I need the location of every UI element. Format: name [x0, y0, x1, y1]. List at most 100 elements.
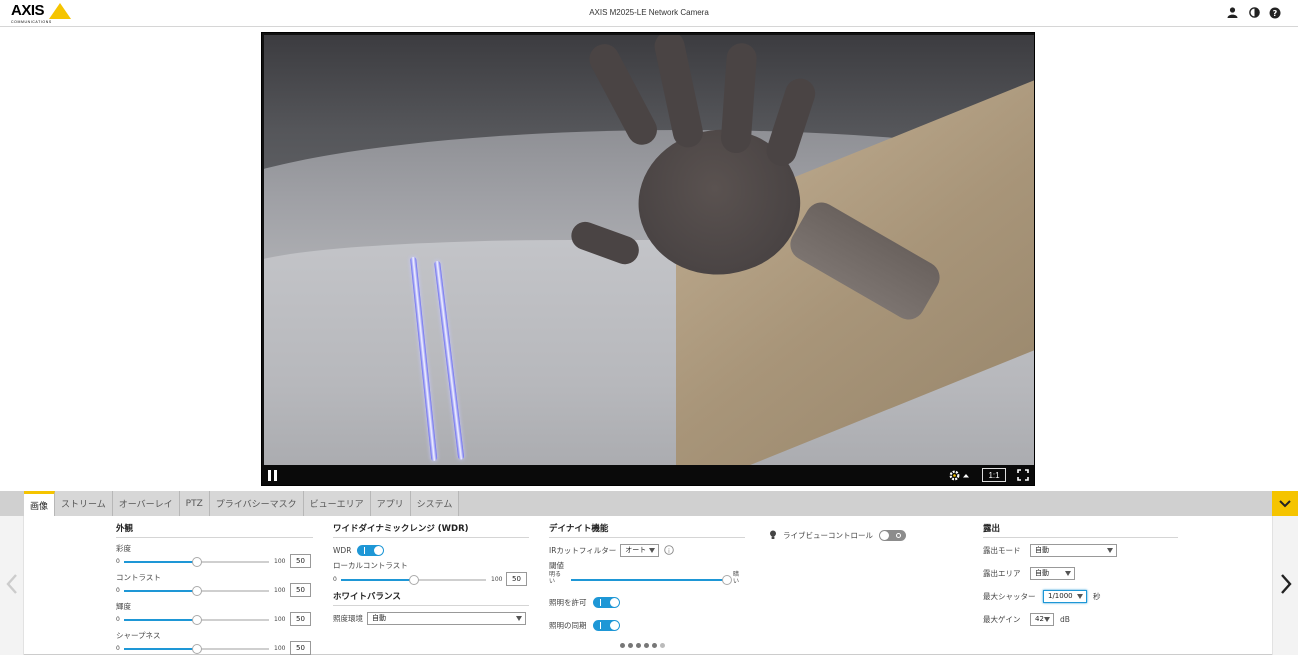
saturation-value[interactable]: 50 [290, 554, 311, 568]
page-dot[interactable] [644, 643, 649, 648]
max-gain-unit: dB [1060, 614, 1070, 624]
saturation-label: 彩度 [116, 544, 131, 553]
ir-filter-label: IRカットフィルター [549, 545, 617, 555]
tab-overlay[interactable]: オーバーレイ [112, 491, 180, 516]
contrast-slider[interactable] [124, 586, 269, 596]
contrast-label: コントラスト [116, 573, 161, 582]
allow-light-label: 照明を許可 [549, 597, 587, 607]
slider-max: 100 [274, 587, 286, 594]
lighting-env-label: 照度環境 [333, 613, 363, 623]
sync-light-toggle[interactable] [592, 619, 620, 631]
tab-system[interactable]: システム [410, 491, 460, 516]
contrast-slider-row: 0 100 50 [116, 583, 313, 598]
exposure-area-label: 露出エリア [983, 568, 1021, 578]
saturation-slider[interactable] [124, 557, 269, 567]
slider-fill [124, 648, 197, 650]
help-icon[interactable]: ? [1269, 6, 1281, 19]
tab-privacy-mask[interactable]: プライバシーマスク [209, 491, 304, 516]
slider-min: 0 [116, 645, 120, 652]
select-value: 自動 [1035, 568, 1049, 577]
live-view-control-toggle[interactable] [879, 529, 906, 541]
tab-apps[interactable]: アプリ [370, 491, 411, 516]
slider-fill [124, 619, 197, 621]
tab-ptz[interactable]: PTZ [179, 491, 210, 516]
ir-filter-select[interactable]: オート [620, 543, 660, 557]
brightness-slider-row: 0 100 50 [116, 612, 313, 627]
local-contrast-value[interactable]: 50 [506, 572, 527, 586]
wdr-label: WDR [333, 545, 352, 555]
sharpness-label: シャープネス [116, 631, 161, 640]
max-gain-label: 最大ゲイン [983, 614, 1021, 624]
wdr-toggle[interactable] [357, 544, 385, 556]
page-dot[interactable] [628, 643, 633, 648]
slider-min: 0 [333, 576, 337, 583]
slider-thumb[interactable] [191, 586, 202, 596]
slider-fill [341, 579, 414, 581]
slider-thumb[interactable] [191, 557, 202, 567]
sharpness-slider[interactable] [124, 644, 269, 654]
tab-stream[interactable]: ストリーム [55, 491, 113, 516]
info-icon[interactable]: i [664, 545, 675, 555]
contrast-value[interactable]: 50 [290, 583, 311, 597]
wdr-title: ワイドダイナミックレンジ (WDR) [333, 522, 529, 538]
lightbulb-icon [770, 530, 776, 539]
slider-thumb[interactable] [408, 575, 419, 585]
max-gain-select[interactable]: 42 [1030, 612, 1054, 626]
exposure-mode-select[interactable]: 自動 [1030, 543, 1117, 557]
sharpness-slider-row: 0 100 50 [116, 641, 313, 656]
fullscreen-icon[interactable] [1016, 468, 1030, 482]
threshold-dark-label: 暗 い [733, 571, 740, 585]
user-icon[interactable] [1226, 6, 1238, 19]
video-control-bar: 1:1 [262, 465, 1034, 485]
slider-thumb[interactable] [191, 644, 202, 654]
page-dot[interactable] [636, 643, 641, 648]
page-title: AXIS M2025-LE Network Camera [589, 8, 709, 17]
live-video-view[interactable]: 1:1 [261, 32, 1035, 486]
live-view-control: ライブビューコントロール [769, 528, 959, 551]
page-dot[interactable] [660, 643, 665, 648]
pause-icon[interactable] [268, 470, 277, 481]
tab-image[interactable]: 画像 [24, 491, 56, 516]
previous-page-button[interactable] [2, 572, 22, 596]
zoom-1to1-button[interactable]: 1:1 [982, 468, 1006, 482]
dropdown-arrow-icon [1044, 616, 1050, 622]
brightness-label: 輝度 [116, 602, 131, 611]
allow-light-toggle[interactable] [592, 596, 620, 608]
saturation-slider-row: 0 100 50 [116, 554, 313, 569]
stream-settings-icon[interactable] [947, 468, 973, 482]
settings-tabs: 画像 ストリーム オーバーレイ PTZ プライバシーマスク ビューエリア アプリ… [24, 491, 460, 516]
tab-view-area[interactable]: ビューエリア [303, 491, 371, 516]
exposure-section: 露出 露出モード 自動 露出エリア 自動 最大シャッター 1/1000 秒 最大… [983, 522, 1178, 635]
slider-min: 0 [116, 616, 120, 623]
brightness-value[interactable]: 50 [290, 612, 311, 626]
chevron-left-icon [6, 574, 17, 594]
slider-fill [124, 561, 197, 563]
threshold-slider[interactable] [571, 575, 732, 585]
dropdown-arrow-icon [1107, 547, 1113, 553]
next-page-button[interactable] [1276, 572, 1296, 596]
slider-thumb[interactable] [722, 575, 732, 585]
select-value: 自動 [1035, 545, 1049, 554]
page-dot[interactable] [620, 643, 625, 648]
slider-min: 0 [116, 587, 120, 594]
dropdown-arrow-icon [1077, 593, 1083, 599]
max-shutter-select[interactable]: 1/1000 [1043, 589, 1087, 603]
local-contrast-slider-row: 0 100 50 [333, 572, 529, 587]
live-view-control-label: ライブビューコントロール [783, 530, 873, 540]
slider-max: 100 [274, 616, 286, 623]
brightness-slider[interactable] [124, 615, 269, 625]
contrast-icon[interactable] [1248, 6, 1260, 19]
sharpness-value[interactable]: 50 [290, 641, 311, 655]
local-contrast-slider[interactable] [341, 575, 486, 585]
wdr-section: ワイドダイナミックレンジ (WDR) WDR ローカルコントラスト 0 100 … [333, 522, 529, 634]
exposure-title: 露出 [983, 522, 1178, 538]
page-dot[interactable] [652, 643, 657, 648]
sync-light-label: 照明の同期 [549, 620, 587, 630]
slider-thumb[interactable] [191, 615, 202, 625]
exposure-area-select[interactable]: 自動 [1030, 566, 1075, 580]
select-value: 自動 [372, 613, 386, 622]
collapse-panel-button[interactable] [1272, 491, 1298, 516]
lighting-env-select[interactable]: 自動 [367, 611, 526, 625]
threshold-label: 閾値 [549, 561, 564, 570]
select-value: 42 [1035, 614, 1044, 623]
